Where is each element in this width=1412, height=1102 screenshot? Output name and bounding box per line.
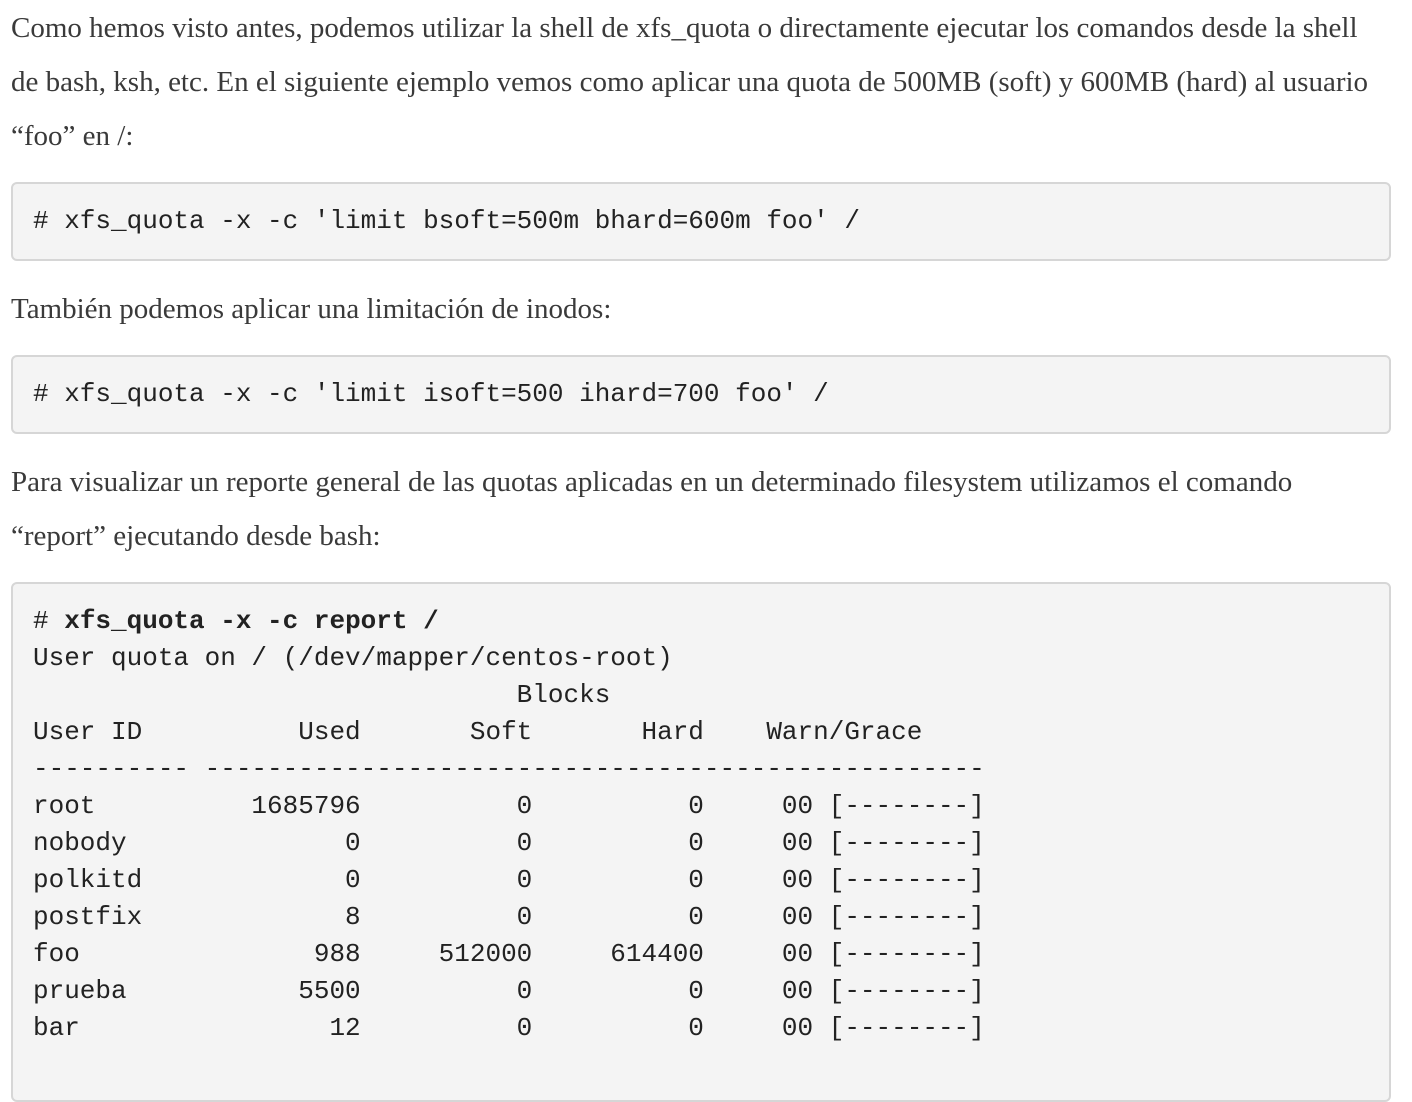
code-text: # xfs_quota -x -c 'limit isoft=500 ihard… <box>33 379 829 409</box>
code-block-block-limits: # xfs_quota -x -c 'limit bsoft=500m bhar… <box>11 182 1391 261</box>
paragraph-report: Para visualizar un reporte general de la… <box>11 466 1293 552</box>
paragraph-inode-limits: También podemos aplicar una limitación d… <box>11 293 612 325</box>
report-output: # xfs_quota -x -c report / User quota on… <box>33 603 1369 1047</box>
paragraph-intro: Como hemos visto antes, podemos utilizar… <box>11 12 1369 152</box>
shell-prompt: # <box>33 606 65 636</box>
report-table: User quota on / (/dev/mapper/centos-root… <box>33 643 985 1043</box>
code-block-inode-limits: # xfs_quota -x -c 'limit isoft=500 ihard… <box>11 355 1391 434</box>
code-text: # xfs_quota -x -c 'limit bsoft=500m bhar… <box>33 206 860 236</box>
code-block-report: # xfs_quota -x -c report / User quota on… <box>11 582 1391 1102</box>
report-command: xfs_quota -x -c report / <box>64 606 439 636</box>
